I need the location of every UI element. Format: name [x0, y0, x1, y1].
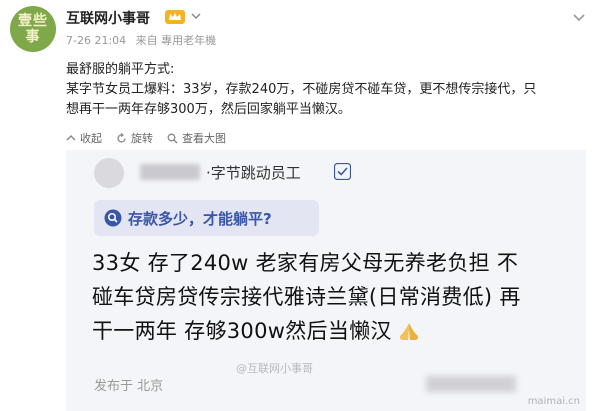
avatar-logo-text: 壹些事: [18, 13, 48, 45]
screenshot-content: 33女 存了240w 老家有房父母无养老负担 不 碰车贷房贷传宗接代雅诗兰黛(日…: [92, 246, 572, 348]
post-source: 来自 專用老年機: [135, 34, 217, 47]
post-image[interactable]: ·字节跳动员工 存款多少，才能躺平? 33女 存了240w 老家有房父母无养老负…: [66, 150, 586, 411]
avatar[interactable]: 壹些事: [10, 6, 56, 52]
collapse-icon: [66, 135, 76, 141]
search-icon: [104, 209, 122, 227]
image-toolbar: 收起 旋转 查看大图: [66, 128, 240, 148]
corner-watermark: maimai.cn: [527, 396, 580, 407]
rotate-label: 旋转: [131, 132, 153, 145]
blurred-avatar: [94, 158, 124, 188]
question-text: 存款多少，才能躺平?: [128, 209, 272, 228]
post-meta: 7-26 21:04 来自 專用老年機: [66, 32, 222, 48]
praying-hands-icon: [399, 323, 418, 340]
blurred-name: [140, 164, 200, 180]
crown-badge-icon: [165, 10, 185, 24]
username[interactable]: 互联网小事哥: [66, 8, 150, 28]
watermark: @互联网小事哥: [236, 362, 313, 375]
post-text-line: 某字节女员工爆料：33岁，存款240万，不碰房贷不碰车贷，更不想传宗接代，只: [66, 82, 537, 97]
collapse-label: 收起: [80, 132, 102, 145]
post-text: 最舒服的躺平方式: 某字节女员工爆料：33岁，存款240万，不碰房贷不碰车贷，更…: [66, 60, 591, 120]
rotate-button[interactable]: 旋转: [116, 130, 153, 146]
post-text-line: 最舒服的躺平方式:: [66, 62, 175, 77]
view-large-button[interactable]: 查看大图: [167, 130, 226, 146]
post-time: 7-26 21:04: [66, 34, 127, 47]
post-text-line: 想再干一两年存够300万，然后回家躺平当懒汉。: [66, 102, 351, 117]
collapse-button[interactable]: 收起: [66, 130, 102, 146]
zoom-icon: [167, 133, 178, 143]
content-line: 33女 存了240w 老家有房父母无养老负担 不: [92, 251, 519, 275]
verified-icon: [334, 163, 351, 180]
question-tag[interactable]: 存款多少，才能躺平?: [94, 200, 319, 236]
content-line-text: 干一两年 存够300w然后当懒汉: [92, 319, 392, 343]
content-line: 碰车贷房贷传宗接代雅诗兰黛(日常消费低) 再: [92, 285, 521, 309]
chevron-down-icon[interactable]: [572, 10, 586, 24]
author-title: ·字节跳动员工: [206, 164, 301, 182]
content-line-last: 干一两年 存够300w然后当懒汉: [92, 314, 572, 348]
blurred-region: [426, 376, 516, 392]
chevron-down-icon[interactable]: [190, 10, 202, 22]
rotate-icon: [117, 132, 126, 143]
published-location: 发布于 北京: [94, 379, 164, 394]
view-large-label: 查看大图: [182, 132, 226, 145]
